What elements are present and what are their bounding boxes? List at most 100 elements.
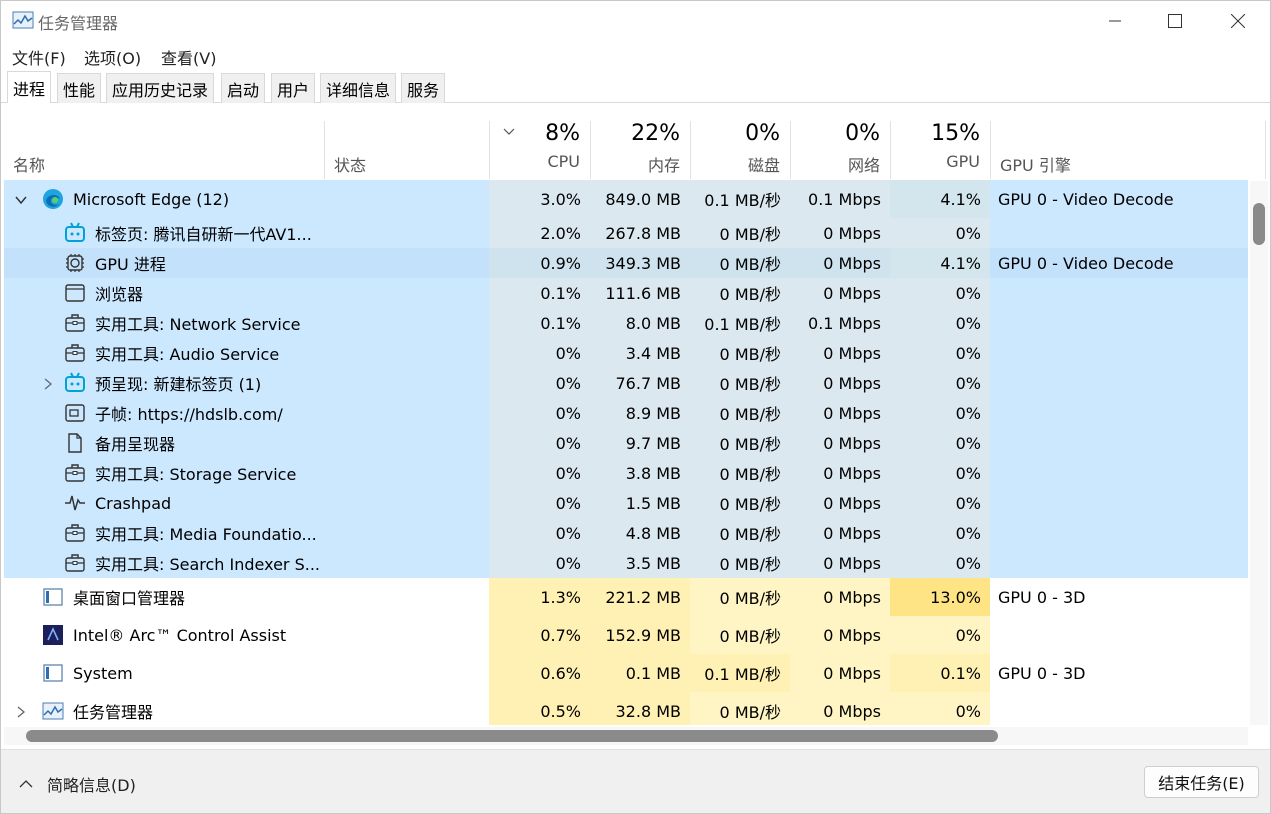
table-row[interactable]: 桌面窗口管理器 1.3% 221.2 MB 0 MB/秒 0 Mbps 13.0% GPU … [4, 578, 1248, 616]
process-name: 标签页: 腾讯自研新一代AV1... [95, 225, 312, 244]
process-name: 实用工具: Search Indexer S... [95, 555, 321, 574]
cell-mem: 221.2 MB [590, 578, 690, 616]
table-row[interactable]: 实用工具: Audio Service 0% 3.4 MB 0 MB/秒 0 Mbps 0… [4, 338, 1248, 368]
col-memory[interactable]: 22% 内存 [590, 121, 690, 179]
cell-cpu: 0.9% [489, 248, 590, 278]
cell-gpu: 13.0% [890, 578, 990, 616]
table-row[interactable]: 实用工具: Network Service 0.1% 8.0 MB 0.1 MB/秒 0… [4, 308, 1248, 338]
cell-mem: 849.0 MB [590, 180, 690, 218]
fewer-details-toggle[interactable]: 简略信息(D) [19, 772, 136, 796]
col-disk[interactable]: 0% 磁盘 [690, 121, 790, 179]
cell-mem: 111.6 MB [590, 278, 690, 308]
cell-cpu: 0.5% [489, 692, 590, 725]
cell-mem: 152.9 MB [590, 616, 690, 654]
col-name[interactable]: 名称 [4, 121, 324, 179]
close-button[interactable] [1206, 1, 1270, 41]
menu-bar: 文件(F) 选项(O) 查看(V) [1, 41, 1270, 69]
table-row[interactable]: 实用工具: Search Indexer S... 0% 3.5 MB 0 MB/秒 0… [4, 548, 1248, 578]
tab-startup[interactable]: 启动 [221, 73, 266, 103]
col-status[interactable]: 状态 [324, 121, 489, 179]
end-task-button[interactable]: 结束任务(E) [1144, 766, 1259, 798]
cell-net: 0 Mbps [790, 654, 890, 692]
cell-gpu: 0% [890, 278, 990, 308]
cell-disk: 0.1 MB/秒 [690, 654, 790, 692]
table-row[interactable]: 标签页: 腾讯自研新一代AV1... 2.0% 267.8 MB 0 MB/秒 0 Mb… [4, 218, 1248, 248]
bilibili-icon [64, 222, 86, 244]
cell-gpu: 0% [890, 338, 990, 368]
chevron-right-icon[interactable] [14, 704, 28, 718]
chevron-up-icon [19, 780, 33, 788]
table-row[interactable]: 实用工具: Storage Service 0% 3.8 MB 0 MB/秒 0 Mbp… [4, 458, 1248, 488]
cell-net: 0 Mbps [790, 398, 890, 428]
menu-view[interactable]: 查看(V) [161, 45, 216, 69]
cell-cpu: 0% [489, 458, 590, 488]
tab-processes[interactable]: 进程 [7, 71, 52, 103]
process-name: 实用工具: Media Foundatio... [95, 525, 317, 544]
cell-gpu: 0% [890, 368, 990, 398]
col-cpu[interactable]: 8% CPU [489, 121, 590, 179]
table-row[interactable]: 浏览器 0.1% 111.6 MB 0 MB/秒 0 Mbps 0% [4, 278, 1248, 308]
menu-file[interactable]: 文件(F) [12, 45, 66, 69]
horizontal-scroll-thumb[interactable] [26, 730, 998, 742]
cell-mem: 32.8 MB [590, 692, 690, 725]
cell-net: 0 Mbps [790, 488, 890, 518]
process-name: 实用工具: Audio Service [95, 345, 280, 364]
tab-services[interactable]: 服务 [401, 73, 446, 103]
process-name: GPU 进程 [95, 255, 166, 274]
table-row[interactable]: GPU 进程 0.9% 349.3 MB 0 MB/秒 0 Mbps 4.1% GPU 0 … [4, 248, 1248, 278]
window-manager-icon [42, 662, 64, 684]
col-network[interactable]: 0% 网络 [790, 121, 890, 179]
maximize-button[interactable] [1143, 1, 1207, 41]
minimize-button[interactable] [1083, 1, 1147, 41]
process-name: 实用工具: Storage Service [95, 465, 297, 484]
tab-details[interactable]: 详细信息 [320, 73, 397, 103]
cell-gpu-engine: GPU 0 - 3D [998, 587, 1086, 607]
window-title: 任务管理器 [38, 14, 119, 33]
cell-gpu: 4.1% [890, 180, 990, 218]
table-row[interactable]: System 0.6% 0.1 MB 0.1 MB/秒 0 Mbps 0.1% GPU 0 … [4, 654, 1248, 692]
menu-options[interactable]: 选项(O) [84, 45, 141, 69]
vertical-scroll-thumb[interactable] [1253, 203, 1265, 245]
process-name: 桌面窗口管理器 [73, 589, 186, 608]
task-manager-window: 任务管理器 文件(F) 选项(O) 查看(V) 进程 性能 应用历史记录 启动 … [0, 0, 1271, 814]
table-row[interactable]: Crashpad 0% 1.5 MB 0 MB/秒 0 Mbps 0% [4, 488, 1248, 518]
cell-disk: 0.1 MB/秒 [690, 180, 790, 218]
horizontal-scrollbar[interactable] [4, 727, 1248, 745]
chevron-right-icon[interactable] [41, 376, 55, 390]
cell-gpu-engine: GPU 0 - Video Decode [998, 253, 1174, 273]
cell-net: 0 Mbps [790, 278, 890, 308]
cell-mem: 76.7 MB [590, 368, 690, 398]
table-row[interactable]: 备用呈现器 0% 9.7 MB 0 MB/秒 0 Mbps 0% [4, 428, 1248, 458]
toolbox-icon [64, 462, 86, 484]
cell-mem: 0.1 MB [590, 654, 690, 692]
cell-mem: 3.4 MB [590, 338, 690, 368]
tab-performance[interactable]: 性能 [57, 73, 102, 103]
process-name: 备用呈现器 [95, 435, 176, 454]
task-manager-icon [42, 700, 64, 722]
col-gpu-engine[interactable]: GPU 引擎 [990, 121, 1266, 179]
cell-disk: 0 MB/秒 [690, 338, 790, 368]
cell-mem: 9.7 MB [590, 428, 690, 458]
tab-users[interactable]: 用户 [271, 73, 316, 103]
bilibili-icon [64, 372, 86, 394]
cell-disk: 0 MB/秒 [690, 692, 790, 725]
column-header: 名称 状态 8% CPU 22% 内存 0% 磁盘 0% 网络 15% GPU … [4, 121, 1266, 179]
chevron-down-icon[interactable] [14, 192, 28, 206]
cell-net: 0.1 Mbps [790, 308, 890, 338]
vertical-scrollbar[interactable] [1250, 181, 1268, 725]
cell-gpu: 0% [890, 518, 990, 548]
subframe-icon [64, 402, 86, 424]
tab-app-history[interactable]: 应用历史记录 [106, 73, 215, 103]
table-row[interactable]: 实用工具: Media Foundatio... 0% 4.8 MB 0 MB/秒 0 … [4, 518, 1248, 548]
process-name: Crashpad [95, 493, 172, 513]
cell-net: 0 Mbps [790, 518, 890, 548]
table-row[interactable]: 子帧: https://hdslb.com/0% 8.9 MB 0 MB/秒 0 Mb… [4, 398, 1248, 428]
toolbox-icon [64, 552, 86, 574]
table-row[interactable]: Intel® Arc™ Control Assist 0.7% 152.9 MB 0 … [4, 616, 1248, 654]
col-gpu[interactable]: 15% GPU [890, 121, 990, 179]
table-row[interactable]: 任务管理器 0.5% 32.8 MB 0 MB/秒 0 Mbps 0% [4, 692, 1248, 725]
cell-mem: 4.8 MB [590, 518, 690, 548]
table-row[interactable]: Microsoft Edge (12) 3.0% 849.0 MB 0.1 MB/秒 0… [4, 180, 1248, 218]
table-row[interactable]: 预呈现: 新建标签页 (1) 0% 76.7 MB 0 MB/秒 0 Mbps 0% [4, 368, 1248, 398]
title-bar[interactable]: 任务管理器 [1, 1, 1270, 41]
